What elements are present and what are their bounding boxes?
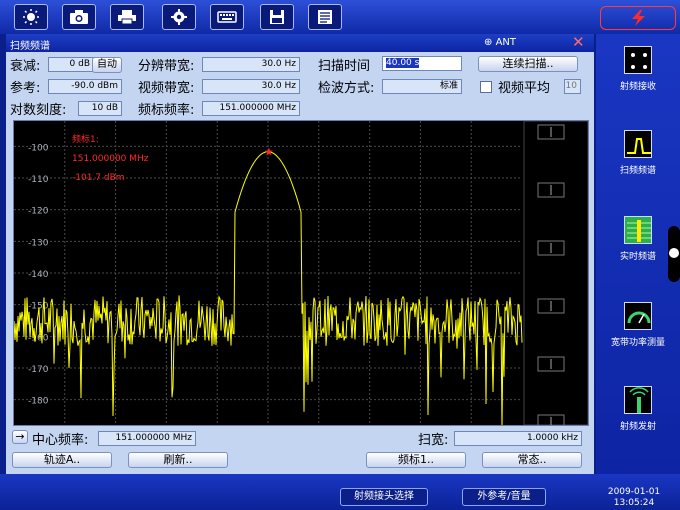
scroll-knob[interactable] <box>668 226 680 282</box>
panel-title: 扫频频谱 <box>10 41 50 52</box>
save-button[interactable] <box>260 4 294 30</box>
time: 13:05:24 <box>613 498 655 508</box>
sweep-spectrum-panel: 扫频频谱 ⊕ ANT ✕ 衰减: 0 dB 自动 分辨带宽: 30.0 Hz 扫… <box>6 34 594 474</box>
marker-level: -101.7 dBm <box>72 173 125 183</box>
video-average-field[interactable]: 10 <box>564 79 581 94</box>
refresh-button[interactable]: 刷新.. <box>128 452 228 468</box>
marker-frequency: 151.000000 MHz <box>72 154 149 164</box>
attenuation-auto-button[interactable]: 自动 <box>92 57 122 73</box>
center-freq-field[interactable]: 151.000000 MHz <box>98 431 196 446</box>
rf-connector-select-button[interactable]: 射频接头选择 <box>340 488 428 506</box>
sidebar-label-rf-transmit: 射频发射 <box>619 422 656 432</box>
video-average-checkbox[interactable] <box>480 81 492 93</box>
reference-label: 参考: <box>10 81 41 96</box>
center-freq-label: 中心频率: <box>32 433 89 448</box>
sweep-time-label: 扫描时间 <box>318 59 371 74</box>
settings-button[interactable] <box>162 4 196 30</box>
sidebar-label-rf-receive: 射频接收 <box>619 82 656 92</box>
detector-field[interactable]: 标准 <box>382 79 462 94</box>
keyboard-icon <box>217 11 237 23</box>
rf-transmit-icon <box>624 386 652 414</box>
printer-icon <box>118 10 136 25</box>
marker-column <box>523 121 588 425</box>
sweep-time-field[interactable]: 40.00 s <box>382 56 462 71</box>
y-tick-label: -130 <box>28 238 49 248</box>
screenshot-button[interactable] <box>62 4 96 30</box>
sidebar-item-rf-transmit[interactable]: 射频发射 <box>596 386 680 432</box>
y-tick-label: -180 <box>28 397 49 407</box>
rf-receive-icon <box>624 46 652 74</box>
camera-icon <box>70 10 88 24</box>
settings-gear-icon <box>171 9 187 25</box>
log-scale-field[interactable]: 10 dB <box>78 101 122 116</box>
panel-title-bar: 扫频频谱 ⊕ ANT ✕ <box>6 34 594 52</box>
vbw-field[interactable]: 30.0 Hz <box>202 79 300 94</box>
sidebar-label-sweep-spectrum: 扫频频谱 <box>619 166 656 176</box>
date: 2009-01-01 <box>607 487 661 497</box>
brightness-button[interactable] <box>14 4 48 30</box>
marker-freq-field[interactable]: 151.000000 MHz <box>202 101 300 116</box>
marker-title: 频标1: <box>72 135 99 145</box>
keyboard-button[interactable] <box>210 4 244 30</box>
realtime-spectrum-icon <box>624 216 652 244</box>
top-toolbar <box>0 0 680 34</box>
spectrum-plot[interactable]: -100 -110 -120 -130 -140 -150 -160 -170 -180 ★ 频标… <box>13 120 589 426</box>
y-tick-label: -110 <box>28 175 49 185</box>
power-meter-icon <box>624 302 652 330</box>
vbw-label: 视频带宽: <box>138 81 195 96</box>
detector-label: 检波方式: <box>318 81 375 96</box>
attenuation-label: 衰减: <box>10 59 41 74</box>
print-button[interactable] <box>110 4 144 30</box>
normal-button[interactable]: 常态.. <box>482 452 582 468</box>
sweep-spectrum-icon <box>624 130 652 158</box>
attenuation-field[interactable]: 0 dB <box>48 57 94 72</box>
y-tick-label: -100 <box>28 143 49 153</box>
y-tick-label: -170 <box>28 365 49 375</box>
log-scale-label: 对数刻度: <box>10 103 67 118</box>
sweep-time-value: 40.00 s <box>386 58 420 68</box>
sidebar-item-rf-receive[interactable]: 射频接收 <box>596 46 680 92</box>
clock: 2009-01-01 13:05:24 <box>604 487 664 509</box>
sidebar-item-power-meter[interactable]: 宽带功率测量 <box>596 302 680 348</box>
status-bar: 射频接头选择 外参考/音量 2009-01-01 13:05:24 <box>0 474 680 510</box>
y-tick-label: -160 <box>28 333 49 343</box>
brightness-icon <box>23 9 39 25</box>
save-disk-icon <box>270 10 284 24</box>
sidebar-label-power-meter: 宽带功率测量 <box>610 338 665 348</box>
marker-readout: 频标1: 151.000000 MHz -101.7 dBm <box>72 131 149 188</box>
document-icon <box>318 10 332 24</box>
rbw-field[interactable]: 30.0 Hz <box>202 57 300 72</box>
span-field[interactable]: 1.0000 kHz <box>454 431 582 446</box>
close-icon[interactable]: ✕ <box>572 34 585 50</box>
video-average-label: 视频平均 <box>498 81 551 96</box>
arrow-right-icon[interactable]: → <box>12 430 28 444</box>
continuous-sweep-button[interactable]: 连续扫描.. <box>478 56 578 72</box>
trace-button[interactable]: 轨迹A.. <box>12 452 112 468</box>
alarm-button[interactable] <box>600 6 676 30</box>
span-label: 扫宽: <box>418 433 449 448</box>
marker-freq-label: 频标频率: <box>138 103 195 118</box>
marker-button[interactable]: 频标1.. <box>366 452 466 468</box>
lightning-alarm-icon <box>632 10 645 26</box>
rbw-label: 分辨带宽: <box>138 59 195 74</box>
antenna-indicator: ⊕ ANT <box>484 37 516 48</box>
sidebar-item-sweep-spectrum[interactable]: 扫频频谱 <box>596 130 680 176</box>
antenna-label: ANT <box>495 37 516 48</box>
y-tick-label: -120 <box>28 207 49 217</box>
spectrum-trace <box>14 151 523 425</box>
marker-star-icon: ★ <box>264 146 274 159</box>
y-tick-label: -140 <box>28 270 49 280</box>
knob-dot <box>669 248 679 258</box>
ext-ref-volume-button[interactable]: 外参考/音量 <box>462 488 546 506</box>
reference-field[interactable]: -90.0 dBm <box>48 79 122 94</box>
document-button[interactable] <box>308 4 342 30</box>
